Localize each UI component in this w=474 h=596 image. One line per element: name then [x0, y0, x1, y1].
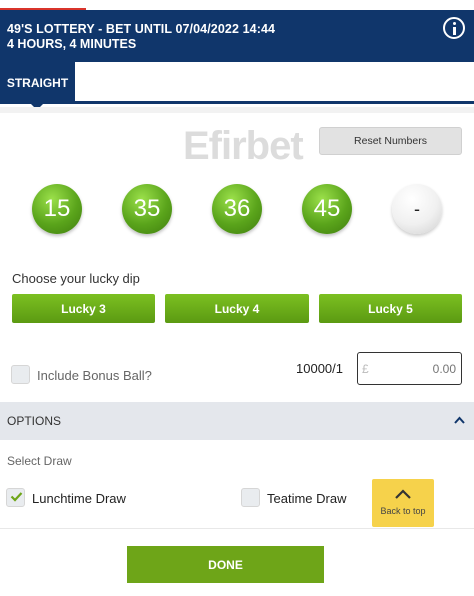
stake-field[interactable]: £ [357, 352, 462, 385]
bonus-ball-label: Include Bonus Ball? [37, 368, 152, 383]
done-button[interactable]: DONE [127, 546, 324, 583]
number-ball-3[interactable]: 36 [212, 184, 262, 234]
time-remaining-text: 4 HOURS, 4 MINUTES [7, 37, 137, 51]
footer-divider [0, 528, 474, 529]
back-to-top-label: Back to top [380, 506, 426, 516]
options-header[interactable]: OPTIONS [0, 402, 474, 440]
lucky-5-button[interactable]: Lucky 5 [319, 294, 462, 323]
stake-input[interactable] [374, 353, 460, 384]
odds-value: 10000/1 [296, 361, 343, 376]
header-bar: 49'S LOTTERY - BET UNTIL 07/04/2022 14:4… [0, 10, 474, 62]
efirbet-logo: Efirbet [183, 124, 304, 168]
tab-straight[interactable]: STRAIGHT [0, 62, 75, 104]
options-label: OPTIONS [7, 414, 62, 428]
reset-numbers-button[interactable]: Reset Numbers [319, 127, 462, 155]
lucky-4-button[interactable]: Lucky 4 [165, 294, 309, 323]
tab-bar: STRAIGHT [0, 62, 474, 104]
select-draw-label: Select Draw [7, 454, 72, 468]
chevron-up-icon[interactable] [454, 415, 465, 426]
teatime-draw-label: Teatime Draw [267, 491, 347, 506]
currency-symbol: £ [362, 362, 369, 376]
number-ball-2[interactable]: 35 [122, 184, 172, 234]
number-ball-4[interactable]: 45 [302, 184, 352, 234]
back-to-top-button[interactable]: Back to top [372, 479, 434, 527]
bet-deadline-text: 49'S LOTTERY - BET UNTIL 07/04/2022 14:4… [7, 22, 276, 36]
bonus-ball[interactable]: - [392, 184, 442, 234]
divider [0, 107, 474, 113]
top-strip [0, 0, 474, 10]
chevron-up-icon [395, 489, 411, 499]
bonus-ball-checkbox[interactable] [11, 365, 30, 384]
lunchtime-draw-label: Lunchtime Draw [32, 491, 126, 506]
teatime-draw-checkbox[interactable] [241, 488, 260, 507]
info-icon[interactable] [443, 17, 465, 39]
lunchtime-draw-checkbox[interactable] [6, 488, 25, 507]
lucky-dip-label: Choose your lucky dip [12, 271, 140, 286]
number-ball-1[interactable]: 15 [32, 184, 82, 234]
check-icon [10, 492, 23, 502]
lucky-3-button[interactable]: Lucky 3 [12, 294, 155, 323]
